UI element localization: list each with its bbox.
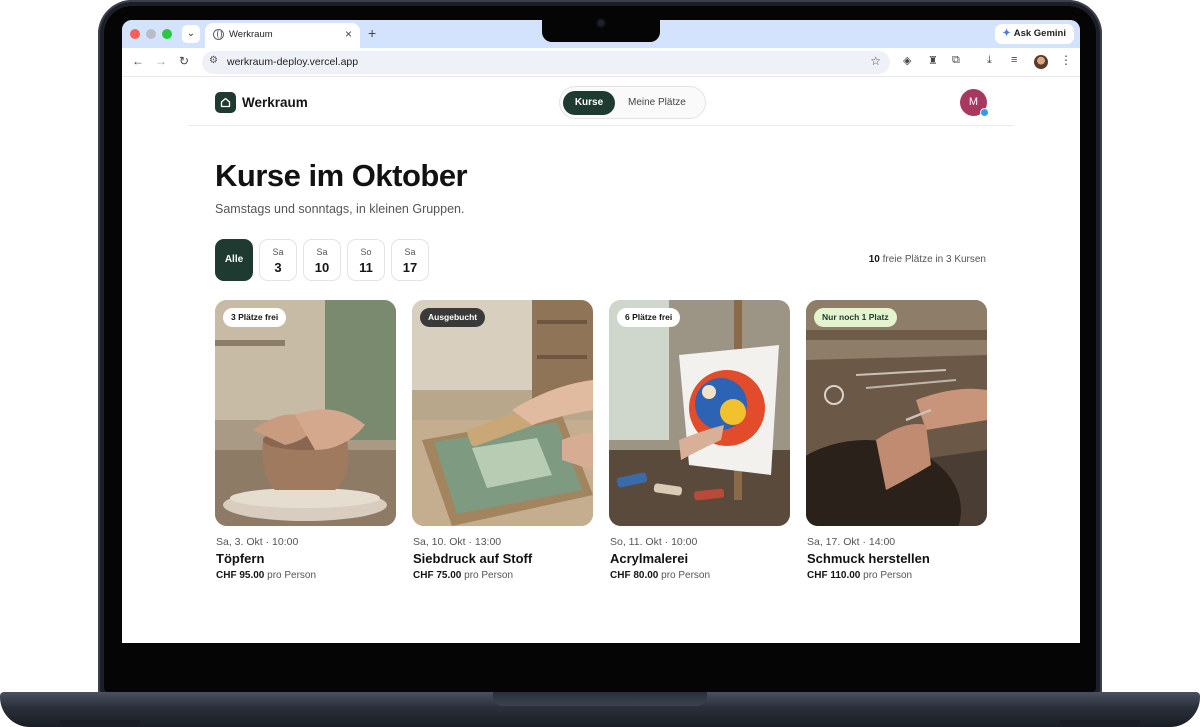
ask-gemini-label: Ask Gemini — [1013, 28, 1066, 39]
filter-day-17[interactable]: Sa 17 — [391, 239, 429, 281]
price-unit: pro Person — [661, 570, 711, 581]
filter-day-3[interactable]: Sa 3 — [259, 239, 297, 281]
laptop-foot-right — [1060, 720, 1140, 727]
course-date: So, 11. Okt · 10:00 — [610, 536, 698, 548]
free-places-count: 10 — [868, 254, 880, 265]
course-image-pottery[interactable]: 3 Plätze frei — [215, 300, 396, 526]
course-date: Sa, 3. Okt · 10:00 — [216, 536, 299, 548]
web-page: Werkraum Kurse Meine Plätze M Kurse im O… — [122, 78, 1080, 643]
filter-day-number: 3 — [274, 260, 282, 275]
gemini-sparkle-icon: ✦ — [1002, 28, 1011, 39]
nav-meine-plaetze[interactable]: Meine Plätze — [628, 97, 686, 108]
url-text[interactable]: werkraum-deploy.vercel.app — [227, 56, 358, 68]
extension-puzzle-icon[interactable]: ◈ — [903, 54, 911, 67]
maximize-window-button[interactable] — [162, 29, 172, 39]
course-price: CHF 80.00 pro Person — [610, 570, 710, 581]
forward-icon[interactable]: → — [155, 54, 167, 68]
status-dot-icon — [980, 108, 989, 117]
filter-weekday: Sa — [316, 247, 328, 257]
filter-day-number: 11 — [359, 260, 373, 275]
course-image-jewelry[interactable]: Nur noch 1 Platz — [806, 300, 987, 526]
laptop-foot-left — [60, 720, 140, 727]
address-bar[interactable]: ⚙ werkraum-deploy.vercel.app ☆ — [202, 51, 890, 74]
page-title: Kurse im Oktober — [215, 158, 468, 193]
course-title[interactable]: Töpfern — [216, 551, 264, 566]
course-date: Sa, 10. Okt · 13:00 — [413, 536, 502, 548]
filter-weekday: So — [360, 247, 372, 257]
kebab-menu-icon[interactable]: ⋮ — [1060, 53, 1072, 67]
ask-gemini-button[interactable]: ✦ Ask Gemini — [995, 24, 1074, 44]
filter-day-number: 17 — [402, 260, 418, 275]
price-unit: pro Person — [863, 570, 913, 581]
price-amount: CHF 75.00 — [413, 570, 462, 581]
extensions-icon[interactable]: ⧉ — [952, 54, 960, 67]
laptop-frame: ⌄ Werkraum × + ✦ Ask Gemini ← → ↻ ⚙ werkr… — [0, 0, 1200, 727]
course-date: Sa, 17. Okt · 14:00 — [807, 536, 896, 548]
course-title[interactable]: Siebdruck auf Stoff — [413, 551, 532, 566]
new-tab-button[interactable]: + — [368, 25, 376, 41]
availability-badge: 6 Plätze frei — [617, 308, 681, 327]
page-subtitle: Samstags und sonntags, in kleinen Gruppe… — [215, 202, 465, 216]
download-icon[interactable]: ⤓ — [987, 54, 992, 67]
course-price: CHF 75.00 pro Person — [413, 570, 513, 581]
house-icon[interactable] — [215, 92, 236, 113]
extension-figure-icon[interactable]: ♜ — [928, 54, 938, 67]
filter-all-button[interactable]: Alle — [215, 239, 253, 281]
tab-close-icon[interactable]: × — [345, 27, 352, 41]
course-image-screenprint[interactable]: Ausgebucht — [412, 300, 593, 526]
playlist-icon[interactable]: ≡ — [1011, 54, 1017, 66]
filter-day-number: 10 — [314, 260, 330, 275]
availability-badge: Ausgebucht — [420, 308, 486, 327]
nav-kurse[interactable]: Kurse — [563, 91, 615, 115]
tune-icon[interactable]: ⚙ — [209, 55, 218, 66]
price-amount: CHF 95.00 — [216, 570, 265, 581]
brand-name[interactable]: Werkraum — [242, 95, 308, 110]
close-window-button[interactable] — [130, 29, 140, 39]
price-amount: CHF 110.00 — [807, 570, 861, 581]
filter-day-11[interactable]: So 11 — [347, 239, 385, 281]
availability-badge: Nur noch 1 Platz — [814, 308, 897, 327]
course-price: CHF 110.00 pro Person — [807, 570, 912, 581]
filter-weekday: Sa — [272, 247, 284, 257]
globe-icon — [213, 29, 224, 40]
filter-weekday: Sa — [404, 247, 416, 257]
camera-icon — [596, 18, 606, 28]
filter-day-10[interactable]: Sa 10 — [303, 239, 341, 281]
back-icon[interactable]: ← — [132, 54, 144, 68]
profile-icon[interactable] — [1034, 55, 1048, 69]
star-icon[interactable]: ☆ — [870, 54, 881, 68]
price-unit: pro Person — [464, 570, 514, 581]
browser-tab[interactable]: Werkraum × — [205, 23, 360, 48]
availability-badge: 3 Plätze frei — [223, 308, 287, 327]
browser-toolbar: ← → ↻ ⚙ werkraum-deploy.vercel.app ☆ ◈ ♜… — [122, 48, 1080, 77]
course-title[interactable]: Acrylmalerei — [610, 551, 688, 566]
laptop-base-notch — [493, 692, 707, 706]
price-unit: pro Person — [267, 570, 317, 581]
tab-title: Werkraum — [229, 29, 273, 40]
minimize-window-button[interactable] — [146, 29, 156, 39]
price-amount: CHF 80.00 — [610, 570, 659, 581]
course-title[interactable]: Schmuck herstellen — [807, 551, 930, 566]
site-header: Werkraum Kurse Meine Plätze M — [188, 78, 1014, 126]
course-image-painting[interactable]: 6 Plätze frei — [609, 300, 790, 526]
course-price: CHF 95.00 pro Person — [216, 570, 316, 581]
browser-window: ⌄ Werkraum × + ✦ Ask Gemini ← → ↻ ⚙ werkr… — [122, 20, 1080, 643]
tab-search-chevron-icon[interactable]: ⌄ — [182, 25, 200, 43]
main-nav: Kurse Meine Plätze — [559, 86, 706, 119]
free-places-summary: 10 freie Plätze in 3 Kursen — [869, 254, 986, 265]
reload-icon[interactable]: ↻ — [179, 54, 189, 68]
free-places-text: freie Plätze in 3 Kursen — [882, 254, 986, 265]
